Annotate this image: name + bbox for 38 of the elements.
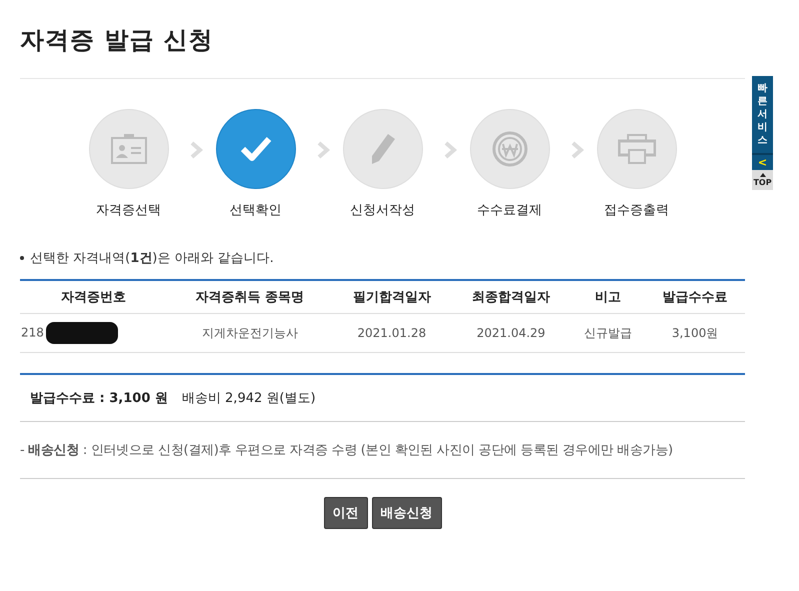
delivery-note: - 배송신청 : 인터넷으로 신청(결제)후 우편으로 자격증 수령 (본인 확인된 사진이 공단에 등록된 경우에만 배송가능) bbox=[20, 422, 745, 479]
column-header: 최종합격일자 bbox=[451, 280, 571, 314]
step-label: 자격증선택 bbox=[96, 202, 161, 219]
printer-icon bbox=[618, 134, 656, 164]
page-title: 자격증 발급 신청 bbox=[20, 24, 745, 79]
table-cell: 218 bbox=[21, 325, 44, 340]
chevron-icon bbox=[317, 141, 331, 159]
quick-service-tab[interactable]: 빠른서비스 bbox=[752, 76, 773, 153]
coin-icon bbox=[492, 131, 528, 167]
column-header: 자격증취득 종목명 bbox=[167, 280, 332, 314]
column-header: 비고 bbox=[570, 280, 646, 314]
chevron-icon bbox=[190, 141, 204, 159]
chevron-icon bbox=[571, 141, 585, 159]
checkmark-icon bbox=[240, 136, 272, 162]
fee-total: 발급수수료 : 3,100 원 bbox=[30, 390, 168, 407]
step-label: 접수증출력 bbox=[604, 202, 669, 219]
table-cell: 신규발급 bbox=[570, 314, 646, 352]
table-cell: 3,100원 bbox=[645, 314, 745, 352]
table-cell: 지게차운전기능사 bbox=[167, 314, 332, 352]
id-card-icon bbox=[110, 134, 146, 164]
collapse-button[interactable]: < bbox=[752, 153, 773, 170]
table-cell: 2021.04.29 bbox=[451, 314, 571, 352]
chevron-icon bbox=[444, 141, 458, 159]
bullet-icon bbox=[20, 256, 24, 260]
up-triangle-icon bbox=[760, 173, 766, 177]
step-label: 수수료결제 bbox=[477, 202, 542, 219]
top-button[interactable]: TOP bbox=[752, 170, 773, 190]
pencil-icon bbox=[370, 133, 396, 165]
table-cell: 2021.01.28 bbox=[332, 314, 452, 352]
column-header: 발급수수료 bbox=[645, 280, 745, 314]
column-header: 자격증번호 bbox=[20, 280, 168, 314]
step-label: 선택확인 bbox=[230, 202, 282, 219]
step-label: 신청서작성 bbox=[350, 202, 415, 219]
column-header: 필기합격일자 bbox=[332, 280, 452, 314]
delivery-request-button[interactable]: 배송신청 bbox=[372, 497, 442, 529]
shipping-fee: 배송비 2,942 원(별도) bbox=[182, 390, 316, 407]
previous-button[interactable]: 이전 bbox=[324, 497, 368, 529]
notice-text: 선택한 자격내역(1건)은 아래와 같습니다. bbox=[30, 251, 274, 266]
